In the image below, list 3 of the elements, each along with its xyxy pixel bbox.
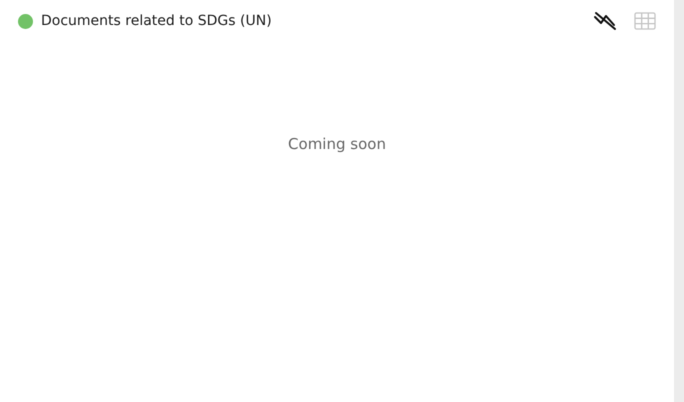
- panel-title: Documents related to SDGs (UN): [41, 12, 272, 30]
- coming-soon-message: Coming soon: [288, 135, 386, 153]
- chart-hidden-icon[interactable]: [592, 10, 618, 32]
